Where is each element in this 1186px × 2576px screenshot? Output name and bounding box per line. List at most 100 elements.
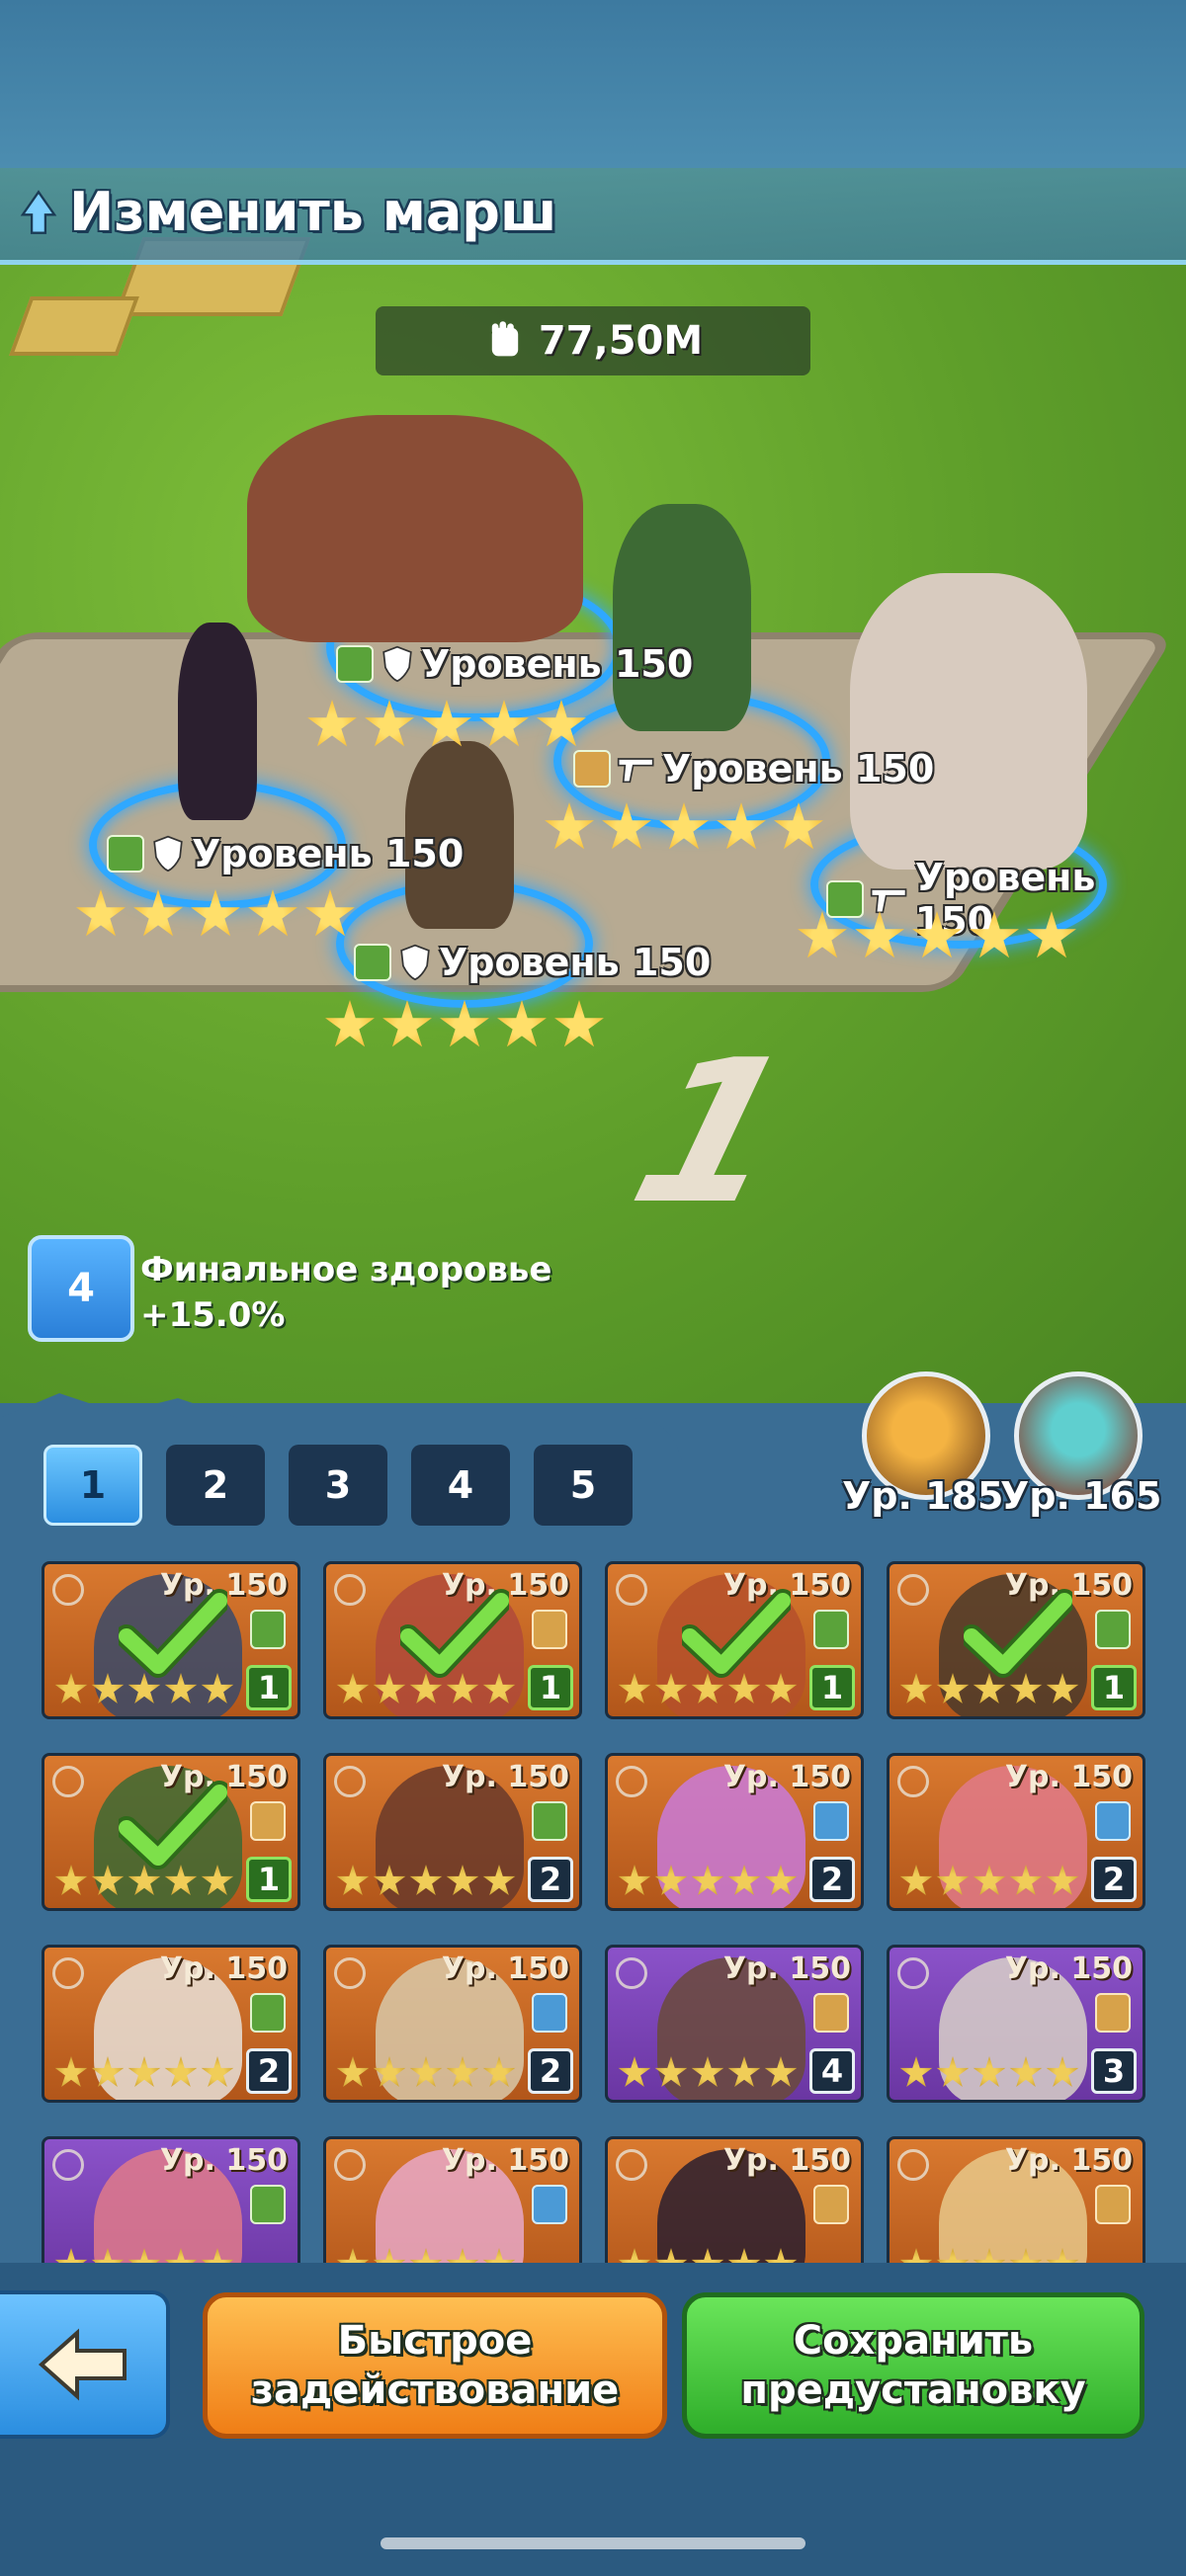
hero-figure[interactable] xyxy=(613,504,751,731)
hero-card-count: 2 xyxy=(809,1857,855,1902)
hero-card-count: 1 xyxy=(809,1665,855,1710)
hero-card[interactable]: Ур. 150 1 xyxy=(323,1561,582,1719)
hero-stars xyxy=(797,911,1077,962)
hero-card-stars xyxy=(336,2056,516,2090)
hero-class-icon xyxy=(334,1574,366,1606)
hero-card-count: 2 xyxy=(246,2048,292,2094)
hero-card[interactable]: Ур. 150 xyxy=(323,2136,582,2263)
hero-card-level: Ур. 150 xyxy=(441,2143,569,2178)
hero-card[interactable]: Ур. 150 xyxy=(42,2136,300,2263)
hero-card[interactable]: Ур. 150 4 xyxy=(605,1945,864,2103)
hero-class-icon xyxy=(897,1766,929,1797)
hero-stars xyxy=(324,1000,605,1051)
terrain-badge-icon xyxy=(250,1610,286,1649)
hero-card-stars xyxy=(336,2248,516,2263)
pet-level: Ур. 165 xyxy=(1000,1474,1162,1518)
hero-card[interactable]: Ур. 150 2 xyxy=(42,1945,300,2103)
terrain-badge-icon xyxy=(813,1610,849,1649)
hero-card-stars xyxy=(899,1865,1079,1898)
terrain-badge-icon xyxy=(532,2185,567,2224)
hero-figure[interactable] xyxy=(247,415,583,642)
quick-deploy-button[interactable]: Быстрое задействование xyxy=(203,2292,667,2439)
hero-stars xyxy=(306,700,587,751)
buff-value: +15.0% xyxy=(140,1295,286,1335)
hero-card-count: 3 xyxy=(1091,2048,1137,2094)
hero-card-level: Ур. 150 xyxy=(159,2143,288,2178)
terrain-badge-icon xyxy=(813,2185,849,2224)
terrain-tag-icon xyxy=(336,645,374,683)
tab-preset-3[interactable]: 3 xyxy=(289,1445,387,1526)
hero-card[interactable]: Ур. 150 1 xyxy=(605,1561,864,1719)
shield-icon xyxy=(153,835,183,873)
hero-class-icon xyxy=(52,1574,84,1606)
hero-class-icon xyxy=(334,1957,366,1989)
hero-level-label: Уровень 150 xyxy=(573,747,934,790)
hero-card[interactable]: Ур. 150 1 xyxy=(42,1753,300,1911)
hero-card-level: Ур. 150 xyxy=(441,1760,569,1794)
hero-card-stars xyxy=(899,2248,1079,2263)
gun-icon xyxy=(617,758,654,784)
terrain-badge-icon xyxy=(813,1801,849,1841)
hero-card-stars xyxy=(899,2056,1079,2090)
terrain-tag-icon xyxy=(573,750,611,788)
checkmark-icon xyxy=(400,1589,509,1678)
hero-card[interactable]: Ур. 150 3 xyxy=(887,1945,1145,2103)
checkmark-icon xyxy=(964,1589,1072,1678)
hero-card-stars xyxy=(618,1865,798,1898)
formation-buff-icon[interactable]: 4 xyxy=(28,1235,134,1342)
arrow-left-icon xyxy=(38,2328,127,2401)
hero-card-stars xyxy=(54,2248,234,2263)
hero-level-label: Уровень 150 xyxy=(336,642,693,686)
back-button[interactable] xyxy=(0,2290,170,2439)
hero-class-icon xyxy=(616,1957,647,1989)
hero-card-count: 1 xyxy=(246,1857,292,1902)
hero-card-level: Ур. 150 xyxy=(159,1952,288,1986)
terrain-badge-icon xyxy=(532,1610,567,1649)
hero-card-level: Ур. 150 xyxy=(1004,1760,1133,1794)
hero-card[interactable]: Ур. 150 1 xyxy=(42,1561,300,1719)
hero-card-count: 1 xyxy=(1091,1665,1137,1710)
hero-level-label: Уровень 150 xyxy=(354,941,711,984)
buff-name: Финальное здоровье xyxy=(140,1250,552,1289)
terrain-badge-icon xyxy=(250,2185,286,2224)
hero-class-icon xyxy=(616,1766,647,1797)
terrain-tag-icon xyxy=(354,944,391,981)
hero-card[interactable]: Ур. 150 xyxy=(887,2136,1145,2263)
hero-class-icon xyxy=(52,1766,84,1797)
terrain-badge-icon xyxy=(532,1801,567,1841)
tab-preset-1[interactable]: 1 xyxy=(43,1445,142,1526)
hero-figure[interactable] xyxy=(178,623,257,820)
power-value: 77,50M xyxy=(538,318,704,364)
terrain-badge-icon xyxy=(250,1801,286,1841)
hero-card[interactable]: Ур. 150 1 xyxy=(887,1561,1145,1719)
checkmark-icon xyxy=(682,1589,791,1678)
hero-card-stars xyxy=(54,2056,234,2090)
hero-card[interactable]: Ур. 150 2 xyxy=(605,1753,864,1911)
save-preset-button[interactable]: Сохранить предустановку xyxy=(682,2292,1144,2439)
hero-card-level: Ур. 150 xyxy=(722,2143,851,2178)
shield-icon xyxy=(400,944,430,981)
buff-level: 4 xyxy=(67,1266,95,1311)
terrain-badge-icon xyxy=(813,1993,849,2033)
sky-band xyxy=(0,0,1186,168)
hero-class-icon xyxy=(897,1574,929,1606)
tab-preset-4[interactable]: 4 xyxy=(411,1445,510,1526)
hero-card-level: Ур. 150 xyxy=(441,1952,569,1986)
marching-tree-icon xyxy=(20,190,57,234)
formation-buff-text: Финальное здоровье +15.0% xyxy=(140,1247,551,1338)
tab-preset-5[interactable]: 5 xyxy=(534,1445,633,1526)
hero-card[interactable]: Ур. 150 2 xyxy=(323,1753,582,1911)
hero-card[interactable]: Ур. 150 2 xyxy=(887,1753,1145,1911)
hero-card-stars xyxy=(618,2248,798,2263)
hero-figure[interactable] xyxy=(850,573,1087,870)
hero-card-level: Ур. 150 xyxy=(722,1952,851,1986)
page-title: Изменить марш xyxy=(69,181,557,243)
hero-class-icon xyxy=(52,1957,84,1989)
hero-class-icon xyxy=(897,1957,929,1989)
fist-icon xyxy=(491,321,519,357)
hero-stars xyxy=(544,802,824,854)
tab-preset-2[interactable]: 2 xyxy=(166,1445,265,1526)
hero-card-level: Ур. 150 xyxy=(1004,1952,1133,1986)
hero-card[interactable]: Ур. 150 xyxy=(605,2136,864,2263)
hero-card[interactable]: Ур. 150 2 xyxy=(323,1945,582,2103)
